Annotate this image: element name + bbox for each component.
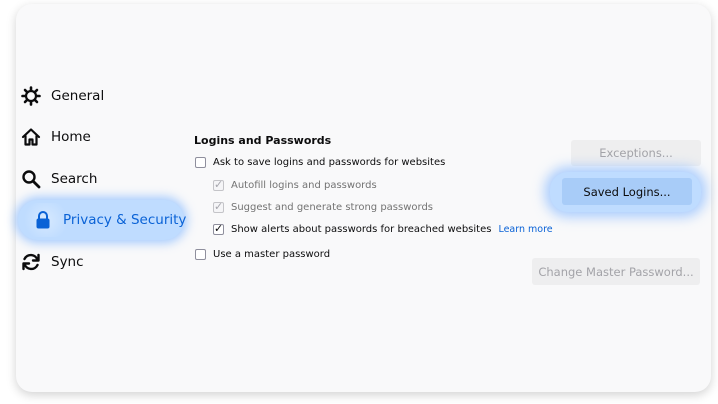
section-title: Logins and Passwords [194,134,332,147]
search-icon [20,168,42,190]
saved-logins-button[interactable]: Saved Logins... [562,178,692,205]
autofill-checkbox[interactable]: ✓ [213,177,224,191]
sidebar-item-general[interactable]: General [20,83,104,109]
sidebar-item-search[interactable]: Search [20,166,97,192]
gear-icon [20,85,42,107]
sidebar-item-sync[interactable]: Sync [20,249,84,275]
option-label: Suggest and generate strong passwords [231,201,434,213]
home-icon [20,126,42,148]
lock-icon [34,209,52,231]
suggest-passwords-option[interactable]: ✓ Suggest and generate strong passwords [213,200,433,214]
sidebar-item-label: Home [51,129,91,145]
checkmark-icon: ✓ [214,199,224,213]
ask-to-save-checkbox[interactable] [195,156,206,168]
ask-to-save-option[interactable]: Ask to save logins and passwords for web… [195,155,445,169]
exceptions-button[interactable]: Exceptions... [571,140,701,166]
master-password-checkbox[interactable] [195,248,206,260]
sidebar-item-label: Sync [51,254,84,270]
checkmark-icon: ✓ [214,177,224,191]
suggest-passwords-checkbox[interactable]: ✓ [213,199,224,213]
option-label: Ask to save logins and passwords for web… [213,156,446,168]
sidebar-item-label: Search [51,171,98,187]
sidebar-item-home[interactable]: Home [20,124,91,150]
sidebar-item-label: Privacy & Security [63,212,187,228]
change-master-password-button[interactable]: Change Master Password... [532,258,700,285]
sync-icon [20,251,42,273]
sidebar-item-privacy-label-group[interactable]: Privacy & Security [34,207,186,233]
option-label: Autofill logins and passwords [231,179,377,191]
checkmark-icon: ✓ [214,221,224,235]
sidebar-item-label: General [51,88,105,104]
breach-alerts-option[interactable]: ✓ Show alerts about passwords for breach… [213,222,553,236]
learn-more-link[interactable]: Learn more [498,224,552,235]
breach-alerts-checkbox[interactable]: ✓ [213,221,224,235]
option-label: Use a master password [213,248,331,260]
autofill-option[interactable]: ✓ Autofill logins and passwords [213,178,377,192]
option-label: Show alerts about passwords for breached… [231,223,492,235]
master-password-option[interactable]: Use a master password [195,247,330,261]
